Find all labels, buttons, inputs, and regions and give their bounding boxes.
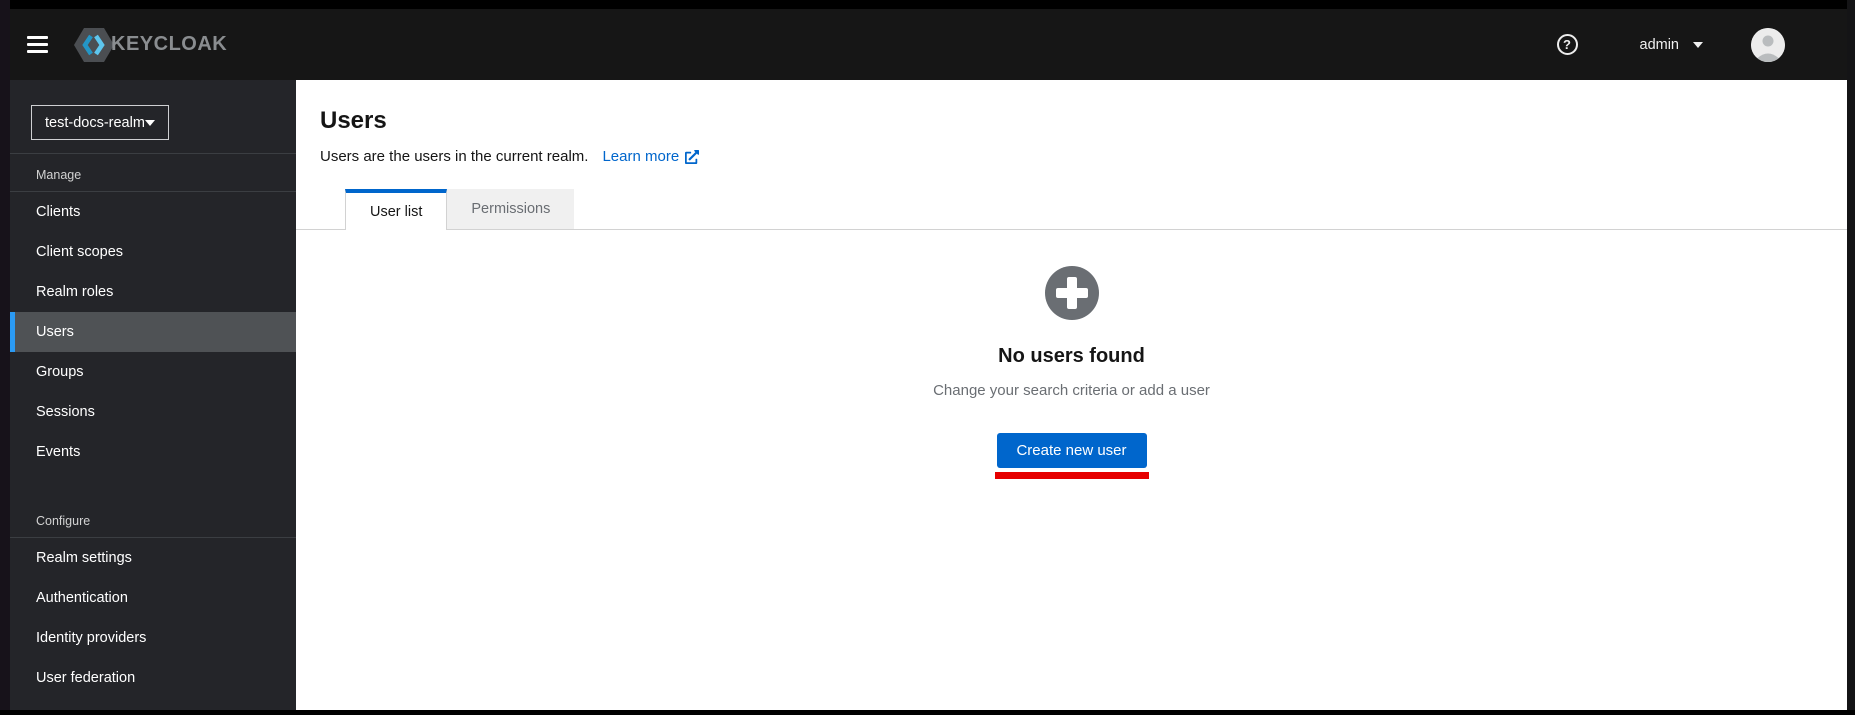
sidebar-item-events[interactable]: Events [10,432,296,472]
nav-toggle-button[interactable] [27,33,51,57]
avatar[interactable] [1751,27,1785,62]
avatar-person-icon [1751,27,1785,62]
tab-permissions[interactable]: Permissions [447,189,575,230]
tab-bar-spacer [296,189,345,230]
nav-section-label-configure: Configure [36,514,91,528]
sidebar-item-groups[interactable]: Groups [10,352,296,392]
window-frame-bottom [0,710,1855,715]
sidebar-item-realm-roles[interactable]: Realm roles [10,272,296,312]
tab-bar: User list Permissions [296,189,1847,230]
window-frame-top [0,0,1855,9]
page-description-row: Users are the users in the current realm… [320,148,1847,165]
page-description: Users are the users in the current realm… [320,148,589,165]
realm-selector[interactable]: test-docs-realm [31,105,169,140]
page-title: Users [320,107,387,134]
learn-more-label: Learn more [602,148,680,165]
tab-bar-spacer [574,189,1847,230]
empty-state-title: No users found [998,345,1145,367]
username-label: admin [1639,36,1680,53]
sidebar-item-user-federation[interactable]: User federation [10,658,296,698]
brand-text: KEYCLOAK [111,33,228,55]
nav-list-manage: Clients Client scopes Realm roles Users … [10,192,296,472]
plus-circle-icon [1044,266,1099,320]
hamburger-icon [27,36,48,39]
create-new-user-button[interactable]: Create new user [996,433,1147,468]
help-icon[interactable]: ? [1556,34,1578,55]
learn-more-link[interactable]: Learn more [602,148,700,165]
chevron-down-icon [144,119,155,126]
user-menu-button[interactable]: admin [1639,36,1703,53]
sidebar-item-sessions[interactable]: Sessions [10,392,296,432]
nav-list-configure: Realm settings Authentication Identity p… [10,538,296,698]
external-link-icon [685,149,700,164]
sidebar-item-clients[interactable]: Clients [10,192,296,232]
red-underline-annotation [994,472,1149,479]
main-content: Users Users are the users in the current… [296,80,1847,710]
sidebar-item-realm-settings[interactable]: Realm settings [10,538,296,578]
nav-section-label-manage: Manage [36,168,82,182]
keycloak-hexagon-icon [74,27,114,62]
window-frame-right [1847,0,1855,715]
tab-user-list[interactable]: User list [345,189,448,230]
window-frame-left [0,0,10,715]
empty-state-body: Change your search criteria or add a use… [933,382,1210,399]
chevron-down-icon [1693,41,1703,48]
hamburger-icon [27,50,48,53]
empty-state: No users found Change your search criter… [296,266,1847,479]
sidebar-item-users[interactable]: Users [10,312,296,352]
sidebar-item-authentication[interactable]: Authentication [10,578,296,618]
masthead: KEYCLOAK ? admin [10,9,1847,80]
keycloak-logo[interactable]: KEYCLOAK [74,27,228,62]
sidebar-item-client-scopes[interactable]: Client scopes [10,232,296,272]
hamburger-icon [27,43,48,46]
sidebar-item-identity-providers[interactable]: Identity providers [10,618,296,658]
realm-selector-value: test-docs-realm [45,114,145,131]
sidebar: test-docs-realm Manage Clients Client sc… [10,80,296,710]
